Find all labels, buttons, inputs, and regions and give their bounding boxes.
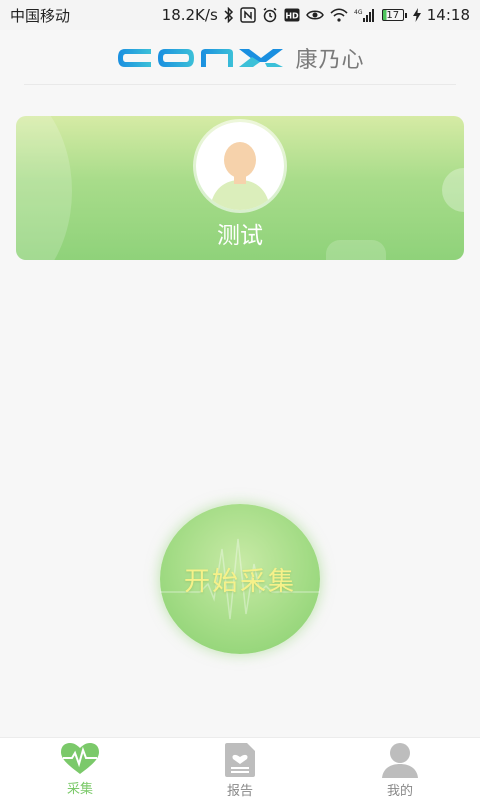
tab-label: 我的: [386, 784, 413, 799]
brand-logo: 康乃心: [115, 42, 364, 74]
signal-icon: 4G: [354, 8, 376, 22]
network-speed: 18.2K/s: [161, 6, 218, 24]
network-type-label: 4G: [354, 9, 363, 16]
eye-icon: [305, 9, 324, 21]
heart-pulse-icon: [61, 743, 99, 774]
user-profile-icon: [382, 743, 418, 778]
hd-icon: HD: [284, 8, 300, 22]
clock: 14:18: [426, 6, 470, 24]
nfc-icon: [240, 7, 256, 23]
carrier-label: 中国移动: [10, 6, 71, 25]
battery-level: 17: [386, 9, 400, 21]
conx-logo-icon: [118, 49, 284, 67]
report-document-icon: [225, 743, 255, 777]
start-collection-button[interactable]: 开始采集: [160, 504, 320, 654]
charging-icon: [412, 8, 421, 22]
avatar[interactable]: [196, 122, 284, 210]
battery-icon: 17: [381, 9, 407, 21]
wifi-icon: [330, 8, 348, 22]
bluetooth-icon: [224, 7, 234, 23]
tab-profile[interactable]: 我的: [320, 738, 480, 800]
start-collection-label: 开始采集: [183, 566, 296, 597]
tab-label: 报告: [226, 784, 253, 799]
bottom-tab-bar: 采集 报告 我的: [0, 737, 480, 800]
brand-chinese-name: 康乃心: [295, 48, 365, 73]
alarm-icon: [262, 7, 278, 23]
tab-label: 采集: [66, 782, 93, 797]
default-avatar-icon: [196, 122, 284, 210]
card-decoration: [442, 168, 464, 212]
profile-name: 测试: [217, 223, 263, 249]
tab-collect[interactable]: 采集: [0, 738, 160, 800]
app-header: 康乃心: [0, 30, 480, 86]
status-bar: 中国移动 18.2K/s HD 4G 17 14:18: [0, 0, 480, 30]
header-divider: [24, 84, 456, 85]
tab-report[interactable]: 报告: [160, 738, 320, 800]
svg-text:HD: HD: [285, 12, 299, 21]
